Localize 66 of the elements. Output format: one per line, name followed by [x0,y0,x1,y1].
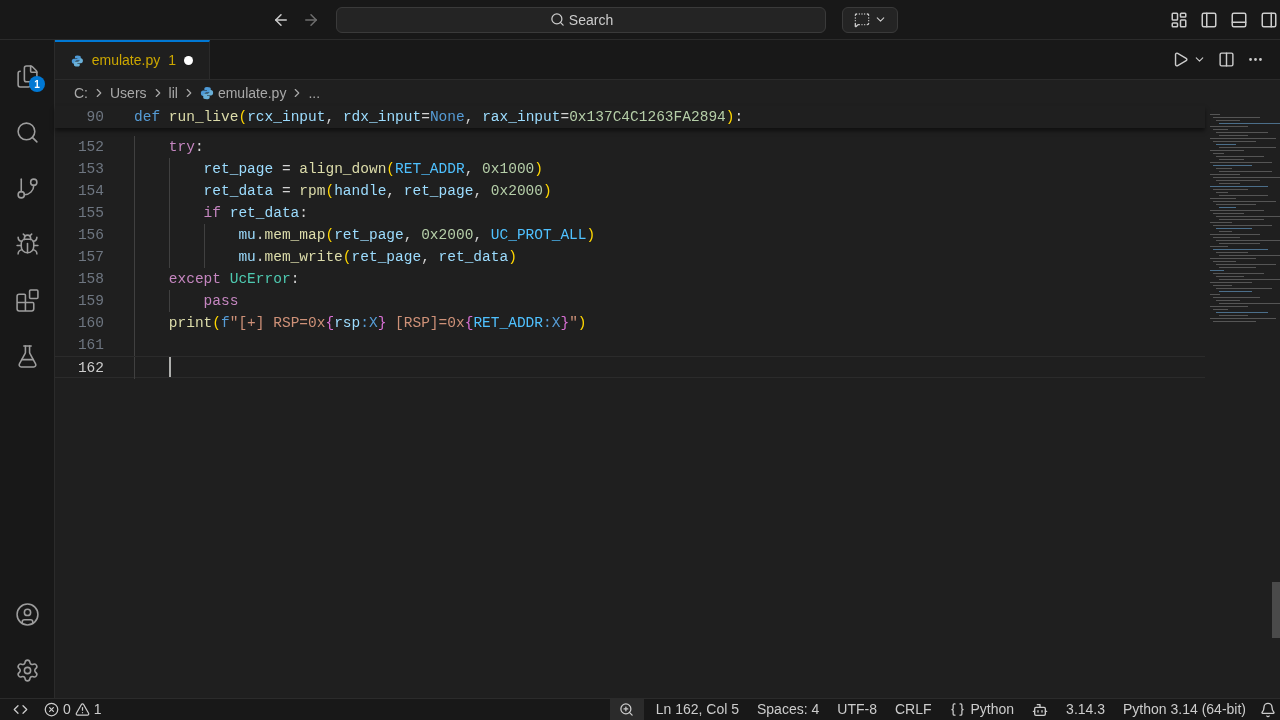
chat-icon [853,11,870,28]
panel-right-icon[interactable] [1260,10,1278,29]
bell-icon[interactable] [1260,701,1276,718]
run-icon[interactable] [1172,51,1189,68]
line-number: 156 [76,226,104,245]
chat-button[interactable] [842,6,898,33]
cursor-position[interactable]: Ln 162, Col 5 [655,699,739,720]
line-number: 160 [76,314,104,333]
warning-icon [74,702,90,717]
python-icon [71,53,84,68]
error-icon [44,702,59,717]
braces-icon [949,702,965,717]
line-ending[interactable]: CRLF [894,699,932,720]
python-interpreter[interactable]: Python 3.14 (64-bit) [1123,699,1246,720]
code-line: except UcError: [168,270,300,289]
code-line: pass [203,292,239,311]
search-icon [550,11,565,27]
branch-icon [14,175,40,201]
panel-bottom-icon[interactable] [1230,10,1248,29]
search-icon [14,119,40,145]
zoom-icon[interactable] [619,702,635,717]
problems-button[interactable]: 0 1 [44,699,102,720]
indentation[interactable]: Spaces: 4 [757,699,820,720]
text-cursor [168,357,171,377]
bug-icon [14,231,40,257]
code-line: try: [168,138,204,157]
code-line: if ret_data: [203,204,309,223]
search-field[interactable]: Search [336,6,826,33]
line-number: 158 [76,270,104,289]
line-number: 154 [76,182,104,201]
python-icon [199,86,214,100]
code-line: def run_live(rcx_input, rdx_input=None, rax_input=0x137C4C1263FA2894): [134,108,744,127]
layout-icon[interactable] [1170,10,1188,29]
editor-tab[interactable]: emulate.py 1 [55,40,210,79]
line-number: 152 [76,138,104,157]
line-number: 90 [85,108,104,127]
activity-bar-item[interactable]: 1 [3,48,51,104]
blocks-icon [14,287,40,313]
line-number: 162 [76,359,104,377]
line-number: 155 [76,204,104,223]
account-icon [14,601,40,627]
panel-left-icon[interactable] [1200,10,1218,29]
breadcrumb-item[interactable]: lil [168,82,178,104]
split-editor-icon[interactable] [1218,51,1235,68]
breadcrumb-item[interactable]: C: [74,82,88,104]
robot-icon[interactable] [1032,701,1049,718]
python-version[interactable]: 3.14.3 [1066,699,1106,720]
code-line: mu.mem_map(ret_page, 0x2000, UC_PROT_ALL) [238,226,596,245]
breadcrumb-item[interactable]: Users [110,82,147,104]
files-icon [14,63,40,89]
line-number: 159 [76,292,104,311]
code-line: ret_data = rpm(handle, ret_page, 0x2000) [203,182,552,201]
breadcrumb-item[interactable]: emulate.py [217,82,287,104]
code-line: print(f"[+] RSP=0x{rsp:X} [RSP]=0x{RET_ADDR:X}") [168,314,587,333]
notification-badge: 1 [29,76,45,92]
breadcrumb-item[interactable]: ... [308,82,321,104]
line-number: 157 [76,248,104,267]
line-number: 161 [76,336,104,355]
code-line: mu.mem_write(ret_page, ret_data) [238,248,517,267]
encoding[interactable]: UTF-8 [837,699,877,720]
language-mode[interactable]: Python [970,699,1015,720]
scrollbar[interactable] [1272,582,1280,638]
line-number: 153 [76,160,104,179]
code-line: ret_page = align_down(RET_ADDR, 0x1000) [203,160,543,179]
remote-icon[interactable] [13,702,28,717]
settings-icon [14,657,40,683]
